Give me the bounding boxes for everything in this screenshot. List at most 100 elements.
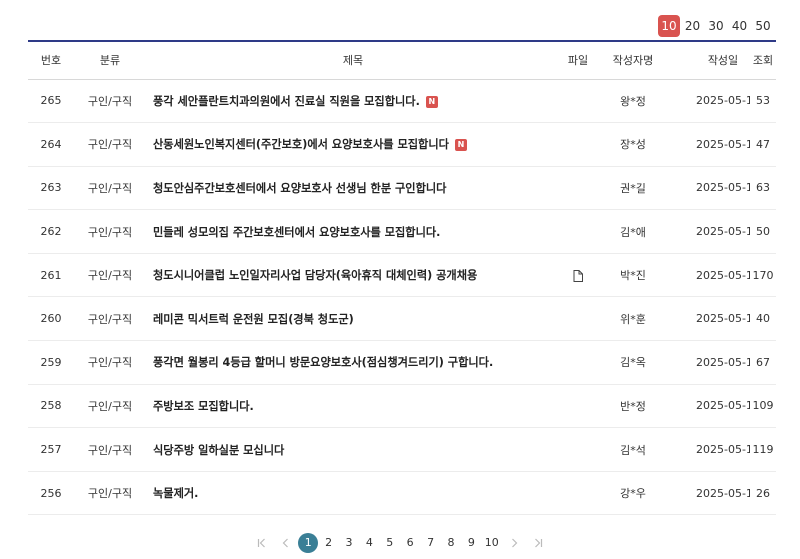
post-file-cell (560, 427, 596, 472)
post-file-cell (560, 340, 596, 385)
page-link-9[interactable]: 9 (461, 533, 481, 553)
post-title-link[interactable]: 청도시니어클럽 노인일자리사업 담당자(육아휴직 대체인력) 공개채용 (153, 269, 477, 282)
post-title-link[interactable]: 레미콘 믹서트럭 운전원 모집(경북 청도군) (153, 313, 354, 326)
post-file-cell (560, 253, 596, 298)
post-date: 2025-05-12(Mon) (670, 296, 750, 342)
new-badge: N (425, 95, 438, 108)
table-row[interactable]: 262 구인/구직 민들레 성모의집 주간보호센터에서 요양보호사를 모집합니다. 김… (28, 209, 776, 254)
post-number: 258 (28, 384, 74, 429)
post-number: 259 (28, 340, 74, 385)
table-row[interactable]: 256구인/구직 녹물제거. 강*우2025-05-10(Sat)26 (28, 471, 776, 516)
post-views: 119 (750, 427, 776, 472)
page-link-2[interactable]: 2 (318, 533, 338, 553)
post-category: 구인/구직 (74, 122, 146, 167)
post-title-link[interactable]: 식당주방 일하실분 모십니다 (153, 444, 284, 457)
post-category: 구인/구직 (74, 471, 146, 516)
table-row[interactable]: 264 구인/구직 산동세원노인복지센터(주간보호)에서 요양보호사를 모집합니다 N… (28, 122, 776, 167)
page-link-5[interactable]: 5 (380, 533, 400, 553)
post-category: 구인/구직 (74, 427, 146, 472)
post-file-cell (560, 384, 596, 429)
post-title-cell: 청도시니어클럽 노인일자리사업 담당자(육아휴직 대체인력) 공개채용 (146, 253, 560, 298)
page-link-3[interactable]: 3 (339, 533, 359, 553)
post-author: 왕*정 (596, 79, 670, 124)
post-title-link[interactable]: 풍각면 월봉리 4등급 할머니 방문요양보호사(점심챙겨드리기) 구합니다. (153, 356, 493, 369)
post-author: 반*정 (596, 384, 670, 429)
page-link-10[interactable]: 10 (482, 533, 502, 553)
table-header-row: 번호 분류 제목 파일 작성자명 작성일 조회 (28, 42, 776, 80)
post-date: 2025-05-11(Sun) (670, 384, 750, 429)
page-link-1[interactable]: 1 (298, 533, 319, 553)
post-category: 구인/구직 (74, 340, 146, 385)
header-date: 작성일 (670, 42, 750, 80)
post-category: 구인/구직 (74, 253, 146, 298)
post-category: 구인/구직 (74, 296, 146, 342)
post-title-cell: 풍각면 월봉리 4등급 할머니 방문요양보호사(점심챙겨드리기) 구합니다. (146, 340, 560, 385)
next-page-icon[interactable] (502, 533, 526, 553)
post-title-link[interactable]: 녹물제거. (153, 487, 198, 500)
post-file-cell (560, 79, 596, 124)
post-title-cell: 녹물제거. (146, 471, 560, 516)
post-date: 2025-05-14(Wed) (670, 122, 750, 167)
last-page-icon[interactable] (526, 533, 550, 553)
post-number: 261 (28, 253, 74, 298)
table-row[interactable]: 261 구인/구직 청도시니어클럽 노인일자리사업 담당자(육아휴직 대체인력) 공… (28, 253, 776, 298)
table-row[interactable]: 265 구인/구직 풍각 세안플란트치과의원에서 진료실 직원을 모집합니다. N 왕*… (28, 79, 776, 124)
post-date: 2025-05-12(Mon) (670, 253, 750, 298)
file-icon[interactable] (573, 269, 583, 282)
table-row[interactable]: 260 구인/구직 레미콘 믹서트럭 운전원 모집(경북 청도군) 위*훈 2025-0… (28, 296, 776, 342)
post-title-link[interactable]: 주방보조 모집합니다. (153, 400, 254, 413)
post-file-cell (560, 122, 596, 167)
post-title-link[interactable]: 민들레 성모의집 주간보호센터에서 요양보호사를 모집합니다. (153, 226, 440, 239)
page-link-8[interactable]: 8 (441, 533, 461, 553)
post-title-link[interactable]: 청도안심주간보호센터에서 요양보호사 선생님 한분 구인합니다 (153, 182, 446, 195)
post-title-cell: 주방보조 모집합니다. (146, 384, 560, 429)
post-number: 256 (28, 471, 74, 516)
board-list: 번호 분류 제목 파일 작성자명 작성일 조회 265 구인/구직 풍각 세안플란트… (28, 40, 776, 516)
post-table: 번호 분류 제목 파일 작성자명 작성일 조회 265 구인/구직 풍각 세안플란트… (28, 42, 776, 516)
page-link-4[interactable]: 4 (359, 533, 379, 553)
post-title-cell: 풍각 세안플란트치과의원에서 진료실 직원을 모집합니다. N (146, 79, 560, 124)
post-title-cell: 레미콘 믹서트럭 운전원 모집(경북 청도군) (146, 296, 560, 342)
page-size-option-20[interactable]: 20 (682, 15, 704, 37)
header-no: 번호 (28, 42, 74, 80)
post-number: 257 (28, 427, 74, 472)
post-file-cell (560, 166, 596, 211)
post-views: 63 (750, 166, 776, 211)
post-title-cell: 식당주방 일하실분 모십니다 (146, 427, 560, 472)
table-row[interactable]: 257구인/구직 식당주방 일하실분 모십니다 김*석2025-05-11(Sun)… (28, 427, 776, 472)
post-author: 강*우 (596, 471, 670, 516)
prev-page-icon[interactable] (274, 533, 298, 553)
post-title-cell: 산동세원노인복지센터(주간보호)에서 요양보호사를 모집합니다 N (146, 122, 560, 167)
table-row[interactable]: 263 구인/구직 청도안심주간보호센터에서 요양보호사 선생님 한분 구인합니다 권… (28, 166, 776, 211)
page-size-option-50[interactable]: 50 (752, 15, 774, 37)
post-date: 2025-05-13(Tue) (670, 209, 750, 254)
page-link-7[interactable]: 7 (420, 533, 440, 553)
post-number: 265 (28, 79, 74, 124)
post-author: 위*훈 (596, 296, 670, 342)
header-title: 제목 (146, 42, 560, 80)
post-date: 2025-05-11(Sun) (670, 427, 750, 472)
post-author: 장*성 (596, 122, 670, 167)
post-title-link[interactable]: 산동세원노인복지센터(주간보호)에서 요양보호사를 모집합니다 (153, 138, 449, 151)
page-size-option-10[interactable]: 10 (658, 15, 680, 37)
post-date: 2025-05-10(Sat) (670, 471, 750, 516)
post-category: 구인/구직 (74, 384, 146, 429)
page-size-option-30[interactable]: 30 (705, 15, 727, 37)
post-category: 구인/구직 (74, 209, 146, 254)
post-number: 264 (28, 122, 74, 167)
table-row[interactable]: 259 구인/구직 풍각면 월봉리 4등급 할머니 방문요양보호사(점심챙겨드리기)… (28, 340, 776, 385)
page-link-6[interactable]: 6 (400, 533, 420, 553)
header-views: 조회 (750, 42, 776, 80)
post-title-cell: 민들레 성모의집 주간보호센터에서 요양보호사를 모집합니다. (146, 209, 560, 254)
page-size-selector: 10 20 30 40 50 (657, 15, 775, 37)
post-date: 2025-05-14(Wed) (670, 79, 750, 124)
page-size-option-40[interactable]: 40 (729, 15, 751, 37)
table-row[interactable]: 258구인/구직 주방보조 모집합니다. 반*정2025-05-11(Sun)109 (28, 384, 776, 429)
first-page-icon[interactable] (250, 533, 274, 553)
new-badge: N (454, 139, 467, 152)
post-title-link[interactable]: 풍각 세안플란트치과의원에서 진료실 직원을 모집합니다. (153, 95, 420, 108)
post-views: 47 (750, 122, 776, 167)
post-author: 권*길 (596, 166, 670, 211)
post-number: 262 (28, 209, 74, 254)
post-views: 170 (750, 253, 776, 298)
